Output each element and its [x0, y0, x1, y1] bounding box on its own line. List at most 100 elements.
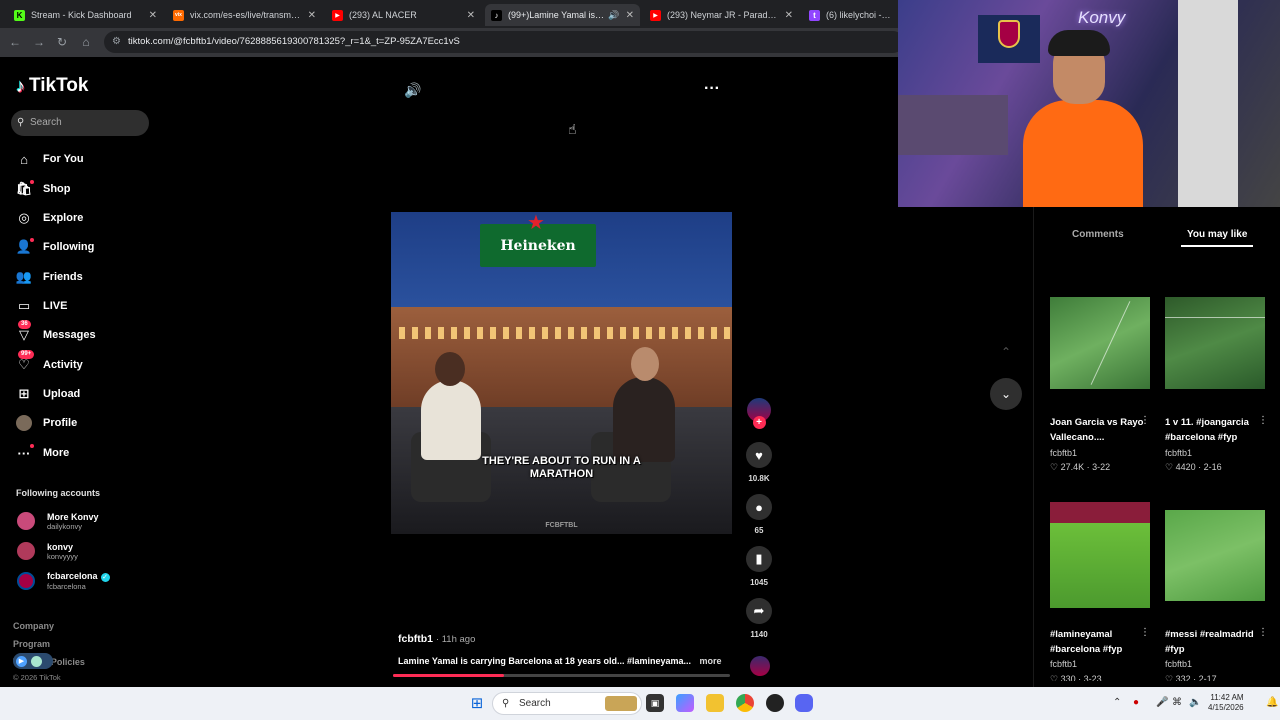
sidebar-item-live[interactable]: ▭ LIVE [16, 296, 68, 316]
microphone-icon[interactable]: 🎤 [1156, 697, 1168, 708]
speaker-icon[interactable]: 🔈 [1189, 697, 1201, 708]
building-window [503, 327, 509, 339]
video-thumbnail[interactable] [1165, 297, 1265, 389]
card-user[interactable]: fcbftb1 [1165, 659, 1192, 669]
sidebar-item-following[interactable]: 👤 Following [16, 237, 94, 257]
card-title[interactable]: #lamineyamal #barcelona #fyp [1050, 627, 1145, 657]
card-title[interactable]: 1 v 11. #joangarcia #barcelona #fyp [1165, 415, 1260, 445]
tray-app-icon[interactable]: ● [1133, 697, 1139, 708]
system-clock[interactable]: 11:42 AM 4/15/2026 [1208, 693, 1244, 713]
share-button[interactable]: ➦ 1140 [745, 598, 773, 639]
obs-icon[interactable] [766, 694, 784, 712]
reload-icon[interactable]: ↻ [55, 35, 69, 49]
sidebar-item-shop[interactable]: 🛍 Shop [16, 179, 71, 199]
card-menu-icon[interactable]: ⋮ [1140, 627, 1150, 638]
card-title[interactable]: Joan Garcia vs Rayo Vallecano.... [1050, 415, 1145, 445]
next-video-button[interactable]: ⌄ [990, 378, 1022, 410]
video-thumbnail[interactable] [1050, 502, 1150, 608]
browser-tab[interactable]: ▶ (293) Neymar JR - Parado no b ✕ [644, 4, 799, 26]
file-explorer-icon[interactable] [706, 694, 724, 712]
sidebar-item-messages[interactable]: ▽ 36 Messages [16, 320, 96, 345]
sidebar-item-profile[interactable]: Profile [16, 413, 77, 433]
follow-plus-icon[interactable]: + [752, 416, 766, 429]
avatar [17, 542, 35, 560]
home-button-icon[interactable]: ⌂ [79, 35, 93, 49]
following-account[interactable]: konvy konvyyyy [17, 539, 78, 563]
video-author[interactable]: fcbftb1 · 11h ago [398, 633, 475, 645]
tiktok-logo[interactable]: ♪ TikTok [16, 75, 88, 97]
task-view-icon[interactable]: ▣ [646, 694, 664, 712]
comment-button[interactable]: ● 65 [745, 494, 773, 535]
following-account[interactable]: More Konvy dailykonvy [17, 509, 99, 533]
active-tab-indicator [1181, 245, 1253, 247]
card-menu-icon[interactable]: ⋮ [1140, 415, 1150, 426]
previous-video-button[interactable]: ⌃ [990, 336, 1022, 368]
card-user[interactable]: fcbftb1 [1050, 448, 1077, 458]
copilot-icon[interactable] [676, 694, 694, 712]
close-tab-icon[interactable]: ✕ [626, 10, 634, 21]
close-tab-icon[interactable]: ✕ [149, 10, 157, 21]
browser-tab[interactable]: K Stream - Kick Dashboard ✕ [8, 4, 163, 26]
site-info-icon[interactable]: ⚙ [112, 31, 121, 53]
card-user[interactable]: fcbftb1 [1050, 659, 1077, 669]
browser-tab[interactable]: ▶ (293) AL NACER ✕ [326, 4, 481, 26]
author-name[interactable]: fcbftb1 [398, 633, 433, 645]
card-menu-icon[interactable]: ⋮ [1258, 627, 1268, 638]
chrome-icon[interactable] [736, 694, 754, 712]
url-bar[interactable]: ⚙ tiktok.com/@fcbftb1/video/762888561930… [104, 31, 904, 53]
close-tab-icon[interactable]: ✕ [308, 10, 316, 21]
sidebar-item-activity[interactable]: ♡ 99+ Activity [16, 350, 83, 375]
taskbar-search[interactable]: ⚲ Search [492, 692, 642, 715]
volume-icon[interactable]: 🔊 [404, 82, 421, 99]
sidebar-item-more[interactable]: ··· More [16, 443, 69, 463]
close-tab-icon[interactable]: ✕ [467, 10, 475, 21]
sidebar-item-friends[interactable]: 👥 Friends [16, 267, 83, 287]
tiktok-note-icon: ♪ [16, 75, 25, 96]
card-menu-icon[interactable]: ⋮ [1258, 415, 1268, 426]
windows-start-icon[interactable]: ⊞ [468, 694, 486, 712]
video-player[interactable]: Heineken ★ THEY'RE ABOUT TO RUN IN A MAR… [391, 212, 732, 534]
tray-overflow-icon[interactable]: ⌃ [1113, 697, 1121, 708]
forward-icon[interactable]: → [32, 35, 46, 49]
sidebar-item-for-you[interactable]: ⌂ For You [16, 149, 83, 169]
video-progress-bar[interactable] [393, 674, 730, 677]
progress-fill [393, 674, 505, 677]
music-disc-icon[interactable] [750, 656, 770, 676]
browser-tab-active[interactable]: ♪ (99+)Lamine Yamal is carry 🔊 ✕ [485, 4, 640, 26]
save-button[interactable]: ▮ 1045 [745, 546, 773, 587]
card-user[interactable]: fcbftb1 [1165, 448, 1192, 458]
notification-bell-icon[interactable]: 🔔 [1266, 697, 1278, 708]
more-link[interactable]: more [700, 656, 722, 666]
footer-link-program[interactable]: Program [13, 639, 50, 649]
author-avatar[interactable]: + [745, 398, 773, 429]
back-icon[interactable]: ← [8, 35, 22, 49]
building-window [672, 327, 678, 339]
building-window [607, 327, 613, 339]
discord-icon[interactable] [795, 694, 813, 712]
posted-time: · 11h ago [435, 634, 476, 645]
audio-playing-icon[interactable]: 🔊 [608, 10, 619, 21]
like-button[interactable]: ♥ 10.8K [745, 442, 773, 483]
video-thumbnail[interactable] [1165, 510, 1265, 601]
footer-link-company[interactable]: Company [13, 621, 54, 631]
tab-you-may-like[interactable]: You may like [1187, 229, 1247, 240]
sidebar-item-upload[interactable]: ⊞ Upload [16, 384, 81, 404]
new-dot-indicator [30, 444, 34, 448]
video-thumbnail[interactable] [1050, 297, 1150, 389]
following-account[interactable]: fcbarcelona ✓ fcbarcelona [17, 569, 110, 593]
browser-tab[interactable]: t (6) likelychoi - Twitch [803, 4, 898, 26]
card-title[interactable]: #messi #realmadrid #fyp [1165, 627, 1260, 657]
tab-comments[interactable]: Comments [1072, 229, 1124, 240]
browser-tab[interactable]: vix vix.com/es-es/live/transmision ✕ [167, 4, 322, 26]
floating-widget[interactable]: ▶ [13, 653, 53, 669]
more-options-icon[interactable]: ··· [704, 80, 720, 98]
network-icon[interactable]: ⌘ [1172, 697, 1182, 708]
search-input[interactable]: ⚲ Search [11, 110, 149, 136]
sidebar-item-explore[interactable]: ◎ Explore [16, 208, 83, 228]
tab-title: (99+)Lamine Yamal is carry [508, 10, 604, 20]
building-window [464, 327, 470, 339]
sidebar-item-label: Following [43, 241, 95, 253]
taskbar-search-label: Search [519, 698, 551, 709]
kick-favicon-icon: K [14, 9, 25, 21]
close-tab-icon[interactable]: ✕ [785, 10, 793, 21]
